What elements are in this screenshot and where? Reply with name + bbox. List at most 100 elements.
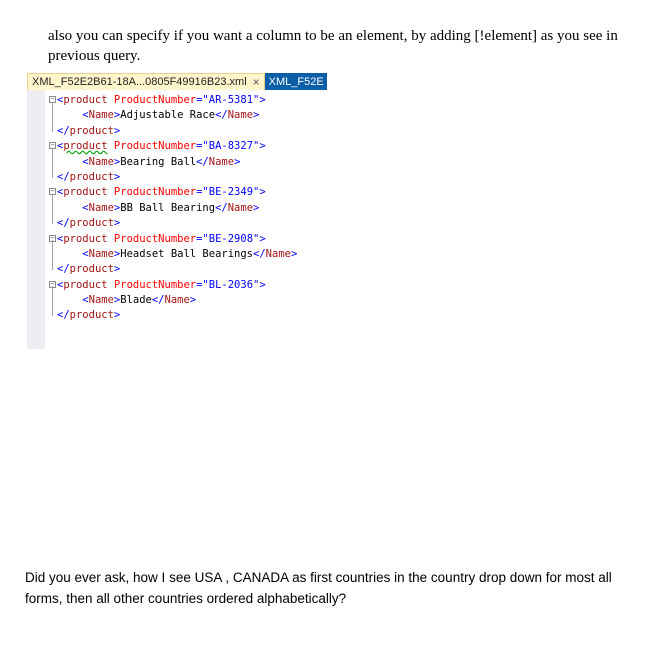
tag-bracket: > — [113, 217, 121, 230]
question-paragraph: Did you ever ask, how I see USA , CANADA… — [25, 570, 612, 606]
close-icon[interactable]: × — [253, 75, 260, 89]
tag-name: product — [63, 232, 108, 245]
tag-name: product — [69, 263, 114, 276]
element-text: Headset Ball Bearings — [120, 247, 254, 260]
tag-bracket: </ — [215, 109, 228, 122]
tag-name: Name — [88, 247, 114, 260]
tag-name: product — [63, 94, 108, 106]
tag-bracket: > — [113, 263, 121, 276]
tag-name: product — [69, 309, 114, 322]
code-line: − <product ProductNumber="BE-2349"> — [49, 185, 347, 200]
tag-name: product — [63, 278, 108, 291]
tag-name: Name — [208, 155, 235, 168]
tag-name: Name — [88, 294, 114, 307]
tag-bracket: </ — [151, 294, 165, 307]
tag-name: Name — [88, 201, 114, 214]
code-line: </product> — [52, 240, 347, 277]
code-line: − <product ProductNumber="BE-2908"> — [49, 232, 347, 247]
tag-bracket: </ — [57, 263, 70, 276]
attr-name: ProductNumber — [113, 140, 197, 153]
tag-name: Name — [227, 201, 254, 214]
code-line: </product> — [52, 101, 347, 139]
attr-eq: =" — [196, 94, 209, 106]
tag-bracket: </ — [57, 124, 70, 137]
attr-eq: =" — [196, 140, 209, 153]
tag-name: Name — [227, 109, 254, 122]
tag-name: Name — [164, 294, 190, 307]
tag-bracket: "> — [253, 140, 266, 153]
element-text: Blade — [120, 294, 152, 307]
fold-guide — [52, 194, 53, 225]
tab-inactive-label: XML_F52E — [268, 75, 324, 88]
attr-value: BL-2036 — [208, 278, 254, 291]
tag-bracket: </ — [196, 155, 209, 168]
tag-bracket: </ — [215, 201, 228, 214]
tag-bracket: > — [113, 170, 121, 183]
tag-bracket: </ — [57, 217, 70, 230]
tag-bracket: "> — [253, 278, 266, 291]
tag-name: product — [63, 186, 108, 199]
attr-eq: =" — [196, 278, 209, 291]
tag-bracket: > — [290, 247, 298, 260]
tag-bracket: "> — [253, 186, 266, 199]
code-line: </product> — [52, 194, 347, 231]
tag-bracket: "> — [253, 94, 266, 106]
code-line: − <product ProductNumber="BA-8327"> — [49, 139, 347, 154]
fold-guide — [52, 286, 53, 317]
editor-tab-bar: XML_F52E2B61-18A...0805F49916B23.xml × X… — [27, 73, 327, 90]
attr-value: BE-2349 — [208, 186, 254, 199]
xml-code-area[interactable]: − <product ProductNumber="AR-5381"> <Name… — [49, 93, 347, 324]
element-text: Adjustable Race — [120, 109, 216, 122]
tab-active-label: XML_F52E2B61-18A...0805F49916B23.xml — [32, 76, 247, 88]
code-line: <Name>Headset Ball Bearings</Name> — [57, 247, 347, 262]
code-line: <Name>Bearing Ball</Name> — [57, 155, 347, 170]
tag-name: Name — [88, 109, 114, 122]
code-line: <Name>Adjustable Race</Name> — [57, 108, 347, 123]
attr-name: ProductNumber — [113, 232, 197, 245]
fold-guide — [52, 147, 53, 178]
code-line: − <product ProductNumber="BL-2036"> — [49, 278, 347, 293]
element-text: BB Ball Bearing — [120, 201, 216, 214]
code-line: <Name>BB Ball Bearing</Name> — [57, 201, 347, 216]
tag-name: product — [69, 170, 114, 183]
tag-bracket: </ — [57, 170, 70, 183]
tag-bracket: > — [113, 124, 121, 137]
attr-name: ProductNumber — [113, 94, 197, 106]
code-line: − <product ProductNumber="AR-5381"> — [49, 93, 347, 108]
tag-bracket: "> — [253, 232, 266, 245]
attr-name: ProductNumber — [113, 186, 197, 199]
tag-bracket: > — [113, 309, 121, 322]
fold-guide — [52, 101, 53, 132]
code-line: </product> — [52, 147, 347, 185]
tag-bracket: </ — [57, 309, 70, 322]
code-line: <Name>Blade</Name> — [57, 293, 347, 308]
attr-eq: =" — [196, 186, 209, 199]
attr-value: AR-5381 — [208, 94, 254, 106]
intro-paragraph: also you can specify if you want a colum… — [48, 28, 618, 64]
tag-name: Name — [88, 155, 114, 168]
tab-xml-inactive[interactable]: XML_F52E — [264, 73, 327, 90]
fold-guide — [52, 240, 53, 271]
xml-editor-window: XML_F52E2B61-18A...0805F49916B23.xml × X… — [27, 73, 327, 349]
attr-name: ProductNumber — [113, 278, 197, 291]
tag-name: product — [69, 124, 114, 137]
attr-value: BA-8327 — [208, 140, 254, 153]
attr-eq: =" — [196, 232, 209, 245]
element-text: Bearing Ball — [120, 155, 197, 168]
code-line: </product> — [52, 286, 347, 323]
tag-bracket: </ — [253, 247, 266, 260]
tag-name: Name — [265, 247, 291, 260]
tag-bracket: > — [234, 155, 241, 168]
tag-name: product — [69, 217, 114, 230]
tab-xml-active[interactable]: XML_F52E2B61-18A...0805F49916B23.xml × — [27, 73, 265, 90]
tag-bracket: > — [189, 294, 197, 307]
tag-name: product — [63, 140, 108, 153]
editor-gutter — [27, 73, 45, 349]
tag-bracket: > — [253, 201, 260, 214]
tag-bracket: > — [253, 109, 260, 122]
